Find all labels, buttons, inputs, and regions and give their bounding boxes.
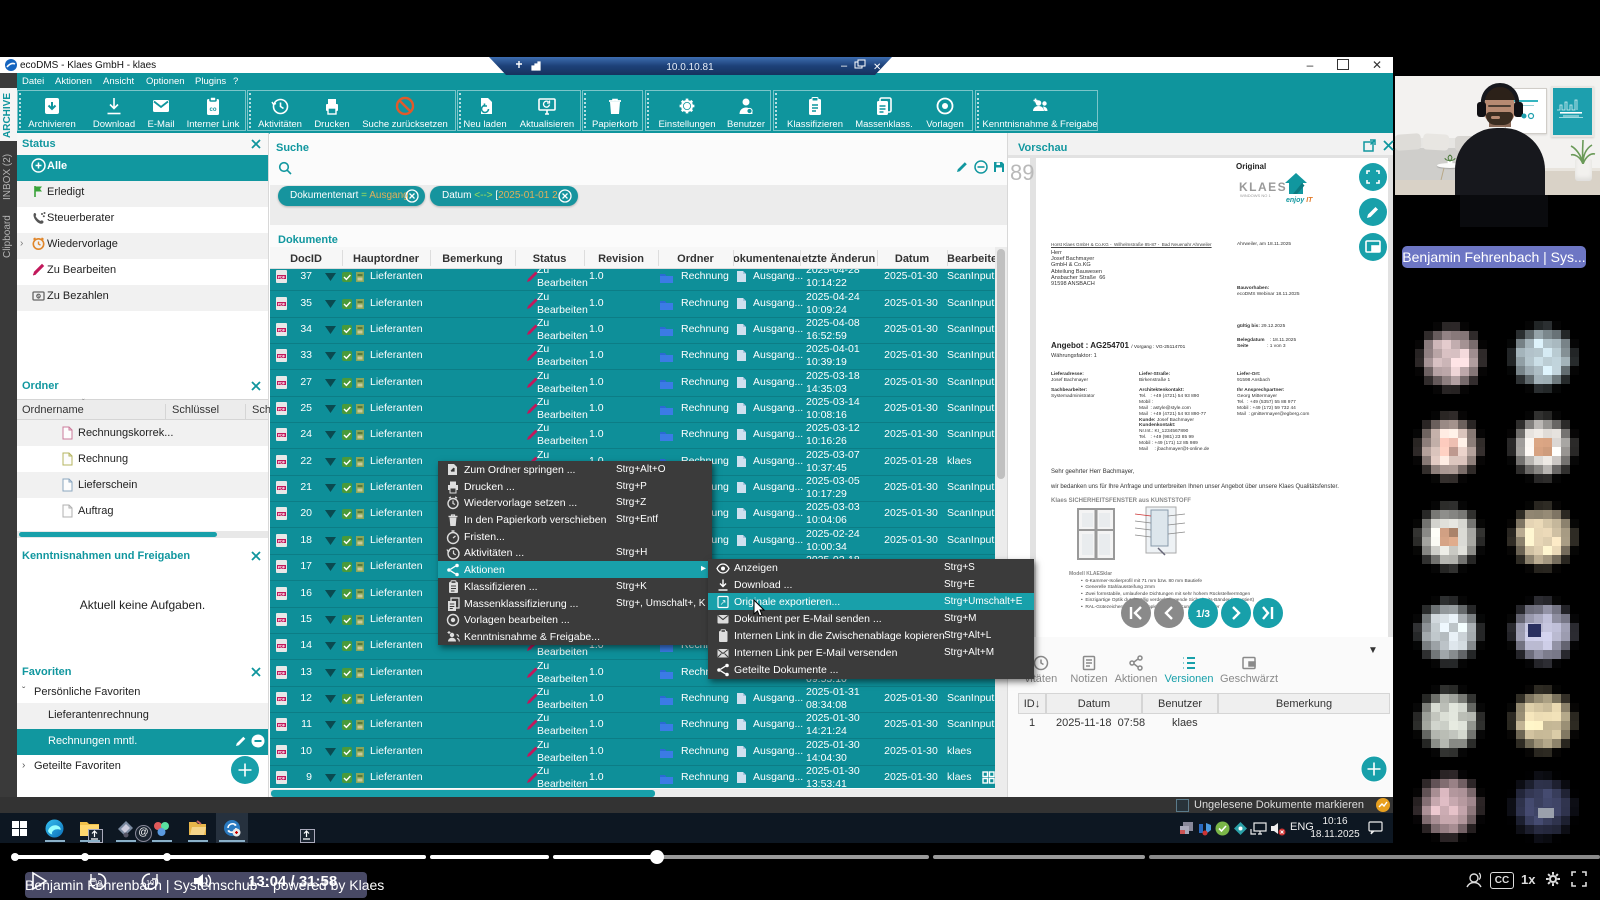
svg-text:PDF: PDF [278, 645, 286, 649]
svg-text:–: – [841, 60, 848, 72]
svg-text:10: 10 [94, 880, 102, 887]
svg-text:PDF: PDF [278, 382, 286, 386]
svg-text:PDF: PDF [278, 540, 286, 544]
svg-text:PDF: PDF [278, 724, 286, 728]
svg-text:✕: ✕ [873, 62, 881, 73]
svg-text:PDF: PDF [278, 276, 286, 280]
svg-text:PDF: PDF [278, 408, 286, 412]
svg-text:↗: ↗ [720, 598, 727, 607]
svg-text:PDF: PDF [278, 566, 286, 570]
svg-text:10.0.10.81: 10.0.10.81 [666, 62, 714, 73]
svg-text:PDF: PDF [278, 434, 286, 438]
svg-text:PDF: PDF [278, 513, 286, 517]
svg-text:PDF: PDF [278, 355, 286, 359]
svg-text:10: 10 [146, 880, 154, 887]
svg-text:PDF: PDF [278, 329, 286, 333]
svg-text:PDF: PDF [278, 593, 286, 597]
svg-text:PDF: PDF [278, 303, 286, 307]
svg-text:1/3: 1/3 [1196, 609, 1210, 620]
svg-text:PDF: PDF [278, 751, 286, 755]
svg-text:PDF: PDF [278, 672, 286, 676]
svg-text:PDF: PDF [278, 487, 286, 491]
svg-text:PDF: PDF [278, 777, 286, 781]
svg-text:PDF: PDF [278, 698, 286, 702]
svg-text:PDF: PDF [278, 461, 286, 465]
svg-text:PDF: PDF [278, 619, 286, 623]
